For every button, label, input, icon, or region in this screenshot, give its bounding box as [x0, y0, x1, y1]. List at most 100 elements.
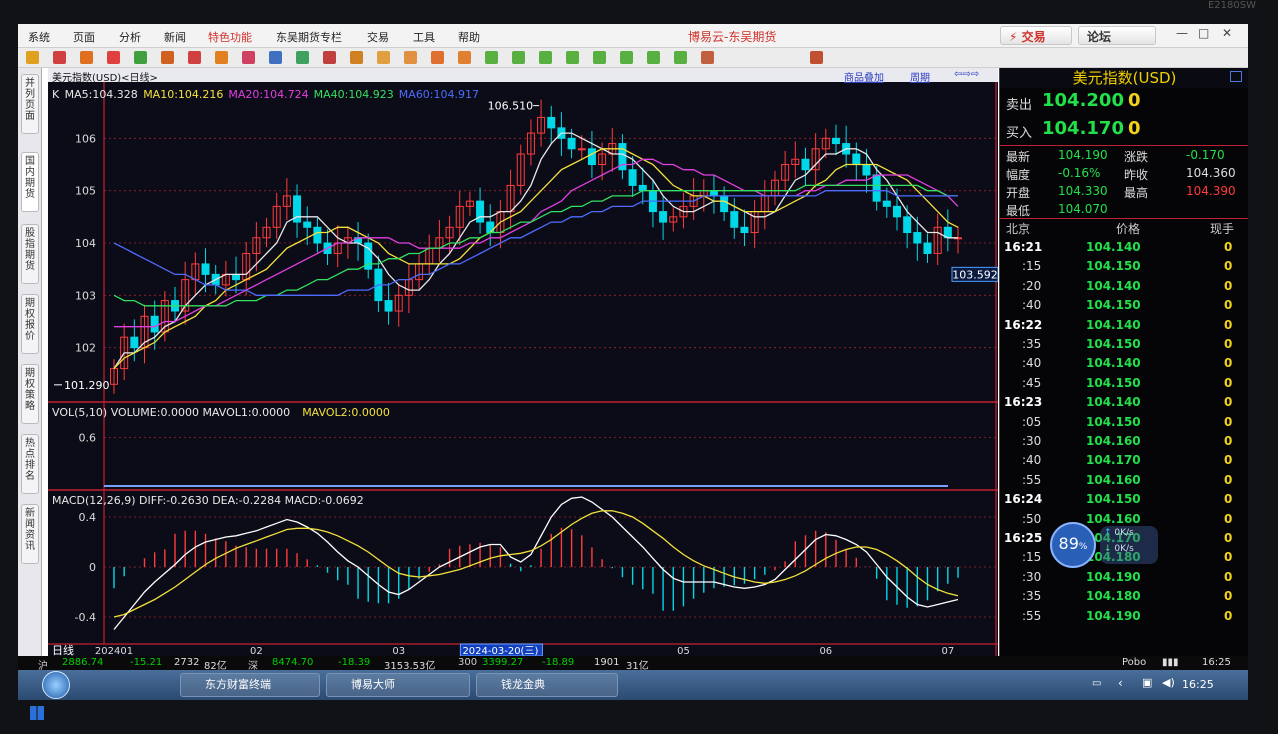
x-tick-label: 07	[941, 646, 954, 656]
menu-tools[interactable]: 工具	[413, 29, 435, 45]
x-tick-label: 05	[677, 646, 690, 656]
tick-time: 16:22	[1004, 317, 1043, 332]
tick-time: :40	[1022, 453, 1042, 468]
candle-body	[720, 195, 729, 213]
menu-system[interactable]: 系统	[28, 29, 50, 45]
zoom-arrows-icon[interactable]: ⇦⇨⇨	[954, 69, 979, 80]
start-button-icon[interactable]	[42, 671, 70, 699]
tick-time: :15	[1022, 259, 1042, 274]
upload-arrow-icon: ↑	[1104, 528, 1112, 538]
menu-featured[interactable]: 特色功能	[208, 29, 252, 45]
period-button[interactable]: 周期	[910, 69, 930, 84]
home-icon[interactable]	[53, 51, 66, 64]
close-icon[interactable]: ✕	[1222, 26, 1232, 40]
download-arrow-icon: ↓	[1104, 544, 1112, 554]
tick-icon[interactable]	[377, 51, 390, 64]
tray-arrow-icon[interactable]: ‹	[1118, 676, 1123, 690]
gauge-upload: 0K/s	[1114, 528, 1134, 538]
x-tick-label: 02	[250, 646, 263, 656]
min60-icon[interactable]	[647, 51, 660, 64]
min1-icon[interactable]	[512, 51, 525, 64]
kline-chart[interactable]: 106 105 104 103 102 K MA5:104.328 MA10:104.216 M…	[48, 68, 999, 657]
daily-icon[interactable]	[404, 51, 417, 64]
minimize-icon[interactable]: —	[1176, 26, 1188, 40]
trade-button[interactable]: ⚡ 交易	[1000, 26, 1072, 45]
tray-volume-icon[interactable]: ◀)	[1162, 676, 1175, 689]
side-tab-news[interactable]: 新闻资讯	[21, 504, 39, 564]
taskbar-clock: 16:25	[1182, 678, 1214, 691]
min5-icon[interactable]	[566, 51, 579, 64]
x-tick-label: 202401	[95, 646, 133, 656]
forum-button[interactable]: 论坛	[1078, 26, 1156, 45]
hs300-change: -18.89	[542, 657, 575, 668]
candle-body	[476, 200, 485, 223]
filter-icon[interactable]	[269, 51, 282, 64]
side-tab-domestic-futures[interactable]: 国内期货	[21, 152, 39, 212]
tick-volume: 0	[1224, 240, 1233, 254]
menu-analysis[interactable]: 分析	[119, 29, 141, 45]
grid-icon[interactable]	[80, 51, 93, 64]
side-tab-index-futures[interactable]: 股指期货	[21, 224, 39, 284]
taskbar-app-boyi[interactable]: 博易大师	[326, 673, 470, 697]
day4h-icon[interactable]	[674, 51, 687, 64]
menu-help[interactable]: 帮助	[458, 29, 480, 45]
calendar-icon[interactable]	[810, 51, 823, 64]
candle-body	[913, 232, 922, 244]
zoom-in-icon[interactable]	[161, 51, 174, 64]
draw-icon[interactable]	[215, 51, 228, 64]
tick-row: :35 104.150 0	[1000, 337, 1248, 355]
tick-time: :05	[1022, 414, 1042, 429]
monitor-frame: E2180SW 系统 页面 分析 新闻 特色功能 东吴期货专栏 交易 工具 帮助…	[0, 0, 1278, 734]
side-tab-option-quotes[interactable]: 期权报价	[21, 294, 39, 354]
overlay-button[interactable]: 商品叠加	[844, 69, 884, 84]
hs300-value: 3399.27	[482, 657, 524, 668]
layers-icon[interactable]	[242, 51, 255, 64]
tick-volume: 0	[1224, 278, 1233, 293]
menu-news[interactable]: 新闻	[164, 29, 186, 45]
target-icon[interactable]	[296, 51, 309, 64]
refresh-icon[interactable]	[134, 51, 147, 64]
ma-legend-label: MA5:104.328	[65, 88, 138, 101]
tick-price: 104.150	[1086, 375, 1141, 390]
zoom-out-icon[interactable]	[188, 51, 201, 64]
min30-icon[interactable]	[620, 51, 633, 64]
tick-price: 104.150	[1086, 298, 1141, 313]
taskbar-app-eastmoney[interactable]: 东方财富终端	[180, 673, 320, 697]
tick-time: :40	[1022, 356, 1042, 371]
tray-network-icon[interactable]: ▣	[1142, 676, 1152, 689]
candle-body	[882, 200, 891, 207]
menu-column[interactable]: 东吴期货专栏	[276, 29, 342, 45]
ma-legend-label: MA10:104.216	[143, 88, 223, 101]
candle-body	[628, 169, 637, 186]
chart-pane[interactable]: 106 105 104 103 102 K MA5:104.328 MA10:104.216 M…	[48, 68, 999, 657]
season-icon[interactable]	[485, 51, 498, 64]
weekly-icon[interactable]	[431, 51, 444, 64]
side-tab-option-strategy[interactable]: 期权策略	[21, 364, 39, 424]
back-icon[interactable]	[26, 51, 39, 64]
candle-body	[577, 148, 586, 151]
panel-toggle-icon[interactable]	[1230, 71, 1242, 82]
volume-legend-label: VOL(5,10) VOLUME:0.0000 MAVOL1:0.0000	[52, 406, 290, 419]
year-icon[interactable]	[701, 51, 714, 64]
side-tab-parallel[interactable]: 并列页面	[21, 74, 39, 134]
min15-icon[interactable]	[593, 51, 606, 64]
kline-icon[interactable]	[350, 51, 363, 64]
taskbar-app-qianlong[interactable]: 钱龙金典	[476, 673, 618, 697]
tick-time: 16:24	[1004, 492, 1043, 507]
monthly-icon[interactable]	[458, 51, 471, 64]
min3-icon[interactable]	[539, 51, 552, 64]
menu-page[interactable]: 页面	[73, 29, 95, 45]
index-status-bar: 沪 2886.74 -15.21 2732 82亿 深 8474.70 -18.…	[18, 656, 1248, 672]
maximize-icon[interactable]: □	[1198, 26, 1209, 40]
menu-trade[interactable]: 交易	[367, 29, 389, 45]
tick-time: :35	[1022, 589, 1042, 604]
tick-volume: 0	[1224, 550, 1233, 565]
side-tab-hot-ranking[interactable]: 热点排名	[21, 434, 39, 494]
candle-body	[923, 242, 932, 254]
price-tick-label: 105	[75, 185, 96, 198]
list-icon[interactable]	[323, 51, 336, 64]
tray-keyboard-icon[interactable]: ▭	[1092, 678, 1101, 689]
record-icon[interactable]	[107, 51, 120, 64]
candle-body	[659, 211, 668, 223]
candle-body	[872, 174, 881, 202]
